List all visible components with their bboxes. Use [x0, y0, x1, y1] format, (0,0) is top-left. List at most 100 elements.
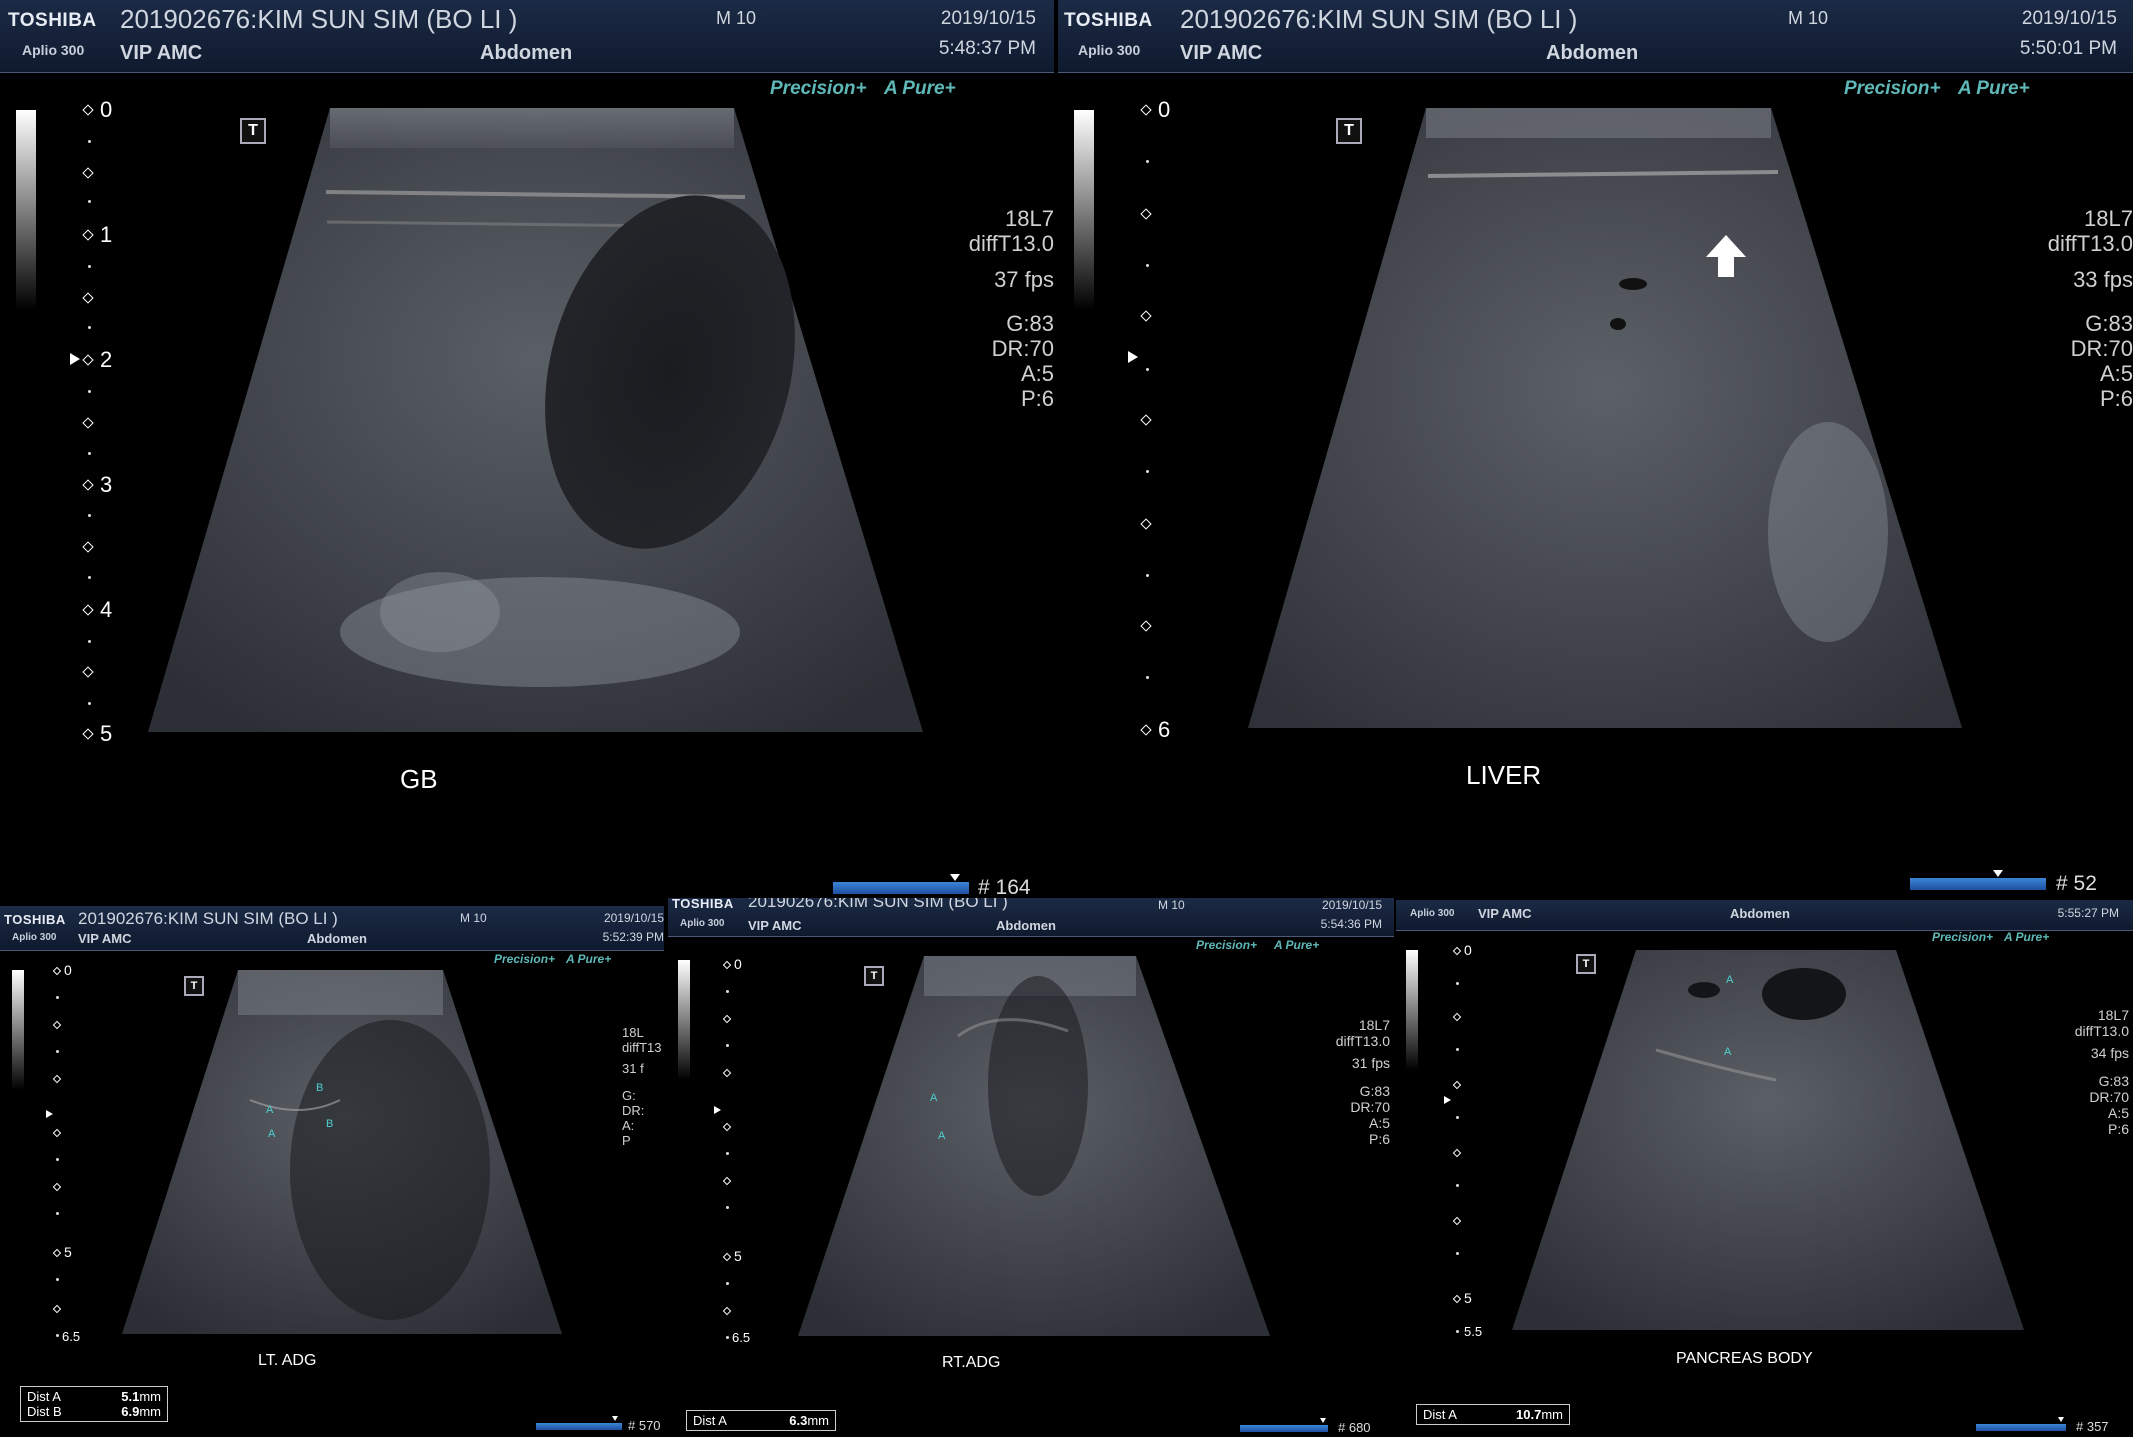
imaging-params: 18L7 diffT13.0 34 fps G:83 DR:70 A:5 P:6 — [2075, 1008, 2129, 1136]
mode-indicator: M 10 — [460, 911, 487, 925]
patient-id: 201902676:KIM SUN SIM (BO LI ) — [1180, 4, 1578, 34]
p-value: P:6 — [1020, 386, 1054, 411]
exam-date: 2019/10/15 — [603, 911, 664, 925]
depth-tick — [1456, 1184, 1459, 1187]
depth-tick — [56, 1212, 59, 1215]
transducer-id: 18L — [622, 1025, 644, 1040]
measurement-row: Dist A 10.7mm — [1423, 1407, 1563, 1422]
model-name: Aplio 300 — [1410, 908, 1455, 919]
depth-tick — [88, 390, 91, 393]
depth-label: 3 — [100, 472, 113, 497]
measurement-box: Dist A 6.3mm — [686, 1410, 836, 1431]
depth-tick — [1456, 1252, 1459, 1255]
focus-pointer — [714, 1106, 721, 1114]
depth-label: 0 — [1464, 942, 1472, 958]
p-value: P:6 — [2107, 1121, 2129, 1137]
measurement-value-group: 5.1mm — [121, 1389, 161, 1404]
a-value: A:5 — [1020, 361, 1054, 386]
depth-label: 5 — [1464, 1290, 1472, 1306]
depth-tick — [1146, 160, 1149, 163]
model-name: Aplio 300 — [1078, 42, 1141, 58]
cine-progress-bar[interactable] — [833, 882, 969, 894]
depth-tick — [1146, 470, 1149, 473]
depth-tick — [1146, 574, 1149, 577]
depth-label: 5 — [100, 721, 113, 746]
depth-tick — [56, 996, 59, 999]
exam-type: Abdomen — [480, 42, 573, 64]
cine-position-marker — [2058, 1417, 2064, 1422]
a-value: A:5 — [2107, 1105, 2129, 1121]
measurement-value-group: 6.3mm — [789, 1413, 829, 1428]
site-name: VIP AMC — [78, 931, 132, 946]
site-name: VIP AMC — [1180, 42, 1263, 64]
brand-logo: TOSHIBA — [672, 898, 734, 911]
panel-gb: TOSHIBA Aplio 300 201902676:KIM SUN SIM … — [0, 0, 1054, 902]
measurement-box: Dist A 10.7mm — [1416, 1404, 1570, 1425]
depth-tick — [1456, 982, 1459, 985]
measurement-row: Dist A 6.3mm — [693, 1413, 829, 1428]
measurement-value-group: 10.7mm — [1516, 1407, 1563, 1422]
gain-value: G:83 — [2098, 1073, 2129, 1089]
cine-progress-bar[interactable] — [1976, 1424, 2066, 1431]
depth-tick — [1146, 368, 1149, 371]
dynamic-range: DR: — [622, 1103, 645, 1118]
depth-tick — [726, 990, 729, 993]
p-value: P — [622, 1133, 631, 1148]
site-name: VIP AMC — [748, 918, 802, 933]
diff-setting: diffT13 — [622, 1040, 662, 1055]
measurement-name: Dist A — [27, 1389, 61, 1404]
brand-logo: TOSHIBA — [1064, 10, 1153, 31]
caliper-marker: B — [316, 1082, 324, 1094]
patient-id: 201902676:KIM SUN SIM (BO LI ) — [120, 4, 518, 34]
depth-tick — [56, 1050, 59, 1053]
image-label: LIVER — [1466, 760, 1542, 790]
mode-indicator: M 10 — [1788, 8, 1829, 28]
measurement-value-group: 6.9mm — [121, 1404, 161, 1419]
depth-label: 0 — [100, 97, 113, 122]
measurement-unit: mm — [139, 1404, 161, 1419]
a-value: A:5 — [1368, 1115, 1390, 1131]
a-value: A:5 — [2099, 361, 2133, 386]
depth-tick — [88, 576, 91, 579]
p-value: P:6 — [1368, 1131, 1390, 1147]
gain-value: G:83 — [1359, 1083, 1390, 1099]
cine-position-marker — [612, 1416, 618, 1421]
depth-label: 0 — [734, 956, 742, 972]
exam-date: 2019/10/15 — [940, 8, 1036, 29]
exam-type: Abdomen — [307, 931, 367, 946]
measurement-value: 6.3 — [789, 1413, 808, 1428]
frame-number: # 680 — [1338, 1420, 1371, 1435]
cine-position-marker — [1320, 1418, 1326, 1423]
depth-tick — [88, 265, 91, 268]
diff-setting: diffT13.0 — [1335, 1033, 1390, 1049]
depth-label: 6 — [1158, 717, 1171, 742]
image-label: RT.ADG — [942, 1354, 1001, 1371]
depth-label: 4 — [100, 597, 113, 622]
patient-id: 201902676:KIM SUN SIM (BO LI ) — [78, 909, 338, 928]
panel-header: Aplio 300 VIP AMC Abdomen 5:55:27 PM — [1396, 900, 2133, 931]
caliper-marker: A — [266, 1104, 274, 1116]
frame-rate: 31 fps — [1351, 1055, 1390, 1071]
measurement-name: Dist A — [1423, 1407, 1457, 1422]
depth-label: 2 — [100, 347, 113, 372]
depth-tick — [726, 1336, 729, 1339]
dynamic-range: DR:70 — [2089, 1089, 2129, 1105]
panel-lt-adg: TOSHIBA Aplio 300 201902676:KIM SUN SIM … — [0, 906, 664, 1437]
ultrasound-image-rt-adg — [798, 956, 1270, 1336]
cine-progress-bar[interactable] — [1240, 1425, 1328, 1432]
measurement-value: 5.1 — [121, 1389, 140, 1404]
exam-time: 5:52:39 PM — [602, 930, 664, 944]
depth-tick — [1146, 264, 1149, 267]
site-name: VIP AMC — [1478, 906, 1532, 921]
mode-indicator: M 10 — [716, 8, 757, 28]
measurement-row: Dist A 5.1mm — [27, 1389, 161, 1404]
ultrasound-image-liver — [1248, 108, 1962, 728]
cine-progress-bar[interactable] — [536, 1423, 622, 1430]
exam-time: 5:48:37 PM — [938, 38, 1036, 59]
frame-number: # 357 — [2076, 1419, 2109, 1434]
frame-number: # 52 — [2056, 872, 2097, 895]
dynamic-range: DR:70 — [991, 336, 1054, 361]
p-value: P:6 — [2099, 386, 2133, 411]
cine-progress-bar[interactable] — [1910, 878, 2046, 890]
caliper-marker: B — [326, 1118, 334, 1130]
